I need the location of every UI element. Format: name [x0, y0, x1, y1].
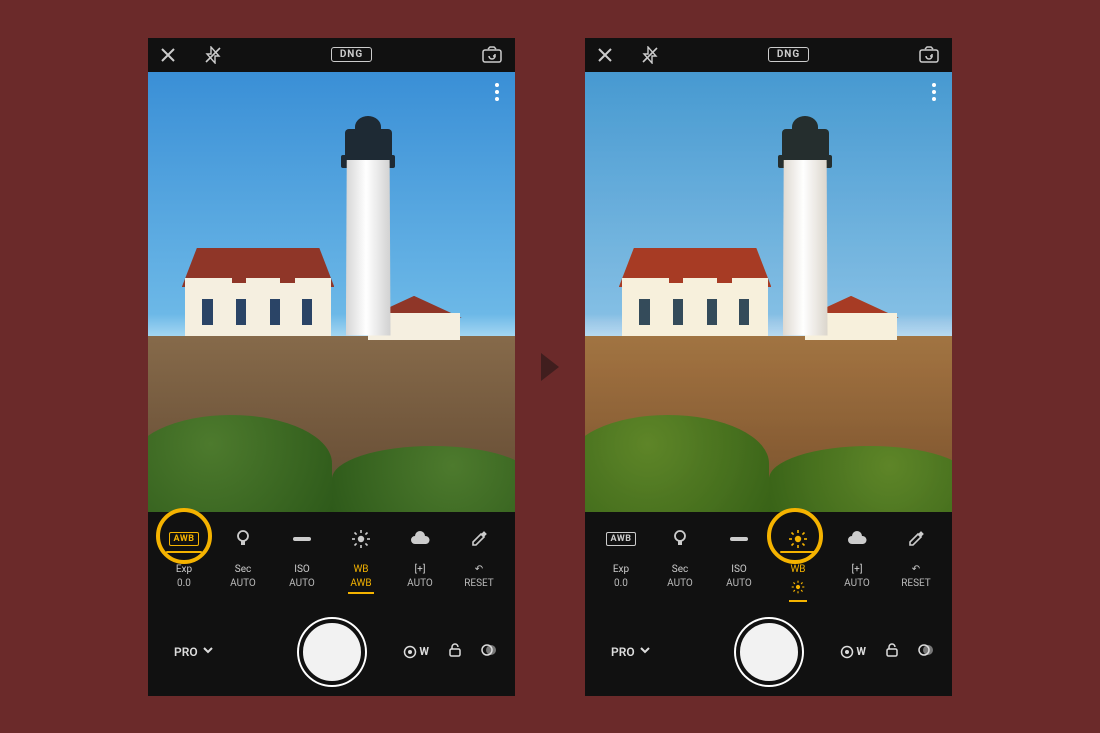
- switch-camera-icon[interactable]: [918, 46, 940, 64]
- title-bar: DNG: [585, 38, 952, 72]
- raw-icon: [403, 645, 417, 659]
- viewfinder[interactable]: [148, 72, 515, 512]
- param-sec[interactable]: SecAUTO: [656, 564, 704, 590]
- raw-toggle[interactable]: W: [403, 645, 429, 659]
- overlay-icon[interactable]: [918, 642, 934, 662]
- scene-house: [185, 248, 332, 336]
- param-focus[interactable]: [+]AUTO: [396, 564, 444, 590]
- switch-camera-icon[interactable]: [481, 46, 503, 64]
- overlay-icon[interactable]: [481, 642, 497, 662]
- awb-label: AWB: [169, 532, 200, 546]
- format-badge[interactable]: DNG: [768, 47, 809, 62]
- controls-panel: AWB Exp0.0 SecAUTO ISOAUTO: [585, 512, 952, 696]
- wb-preset-cloudy[interactable]: [398, 519, 442, 559]
- param-exp[interactable]: Exp0.0: [597, 564, 645, 590]
- wb-preset-fluorescent[interactable]: [280, 519, 324, 559]
- wb-preset-row: AWB: [591, 514, 946, 564]
- overflow-menu-icon[interactable]: [924, 80, 944, 104]
- fluorescent-icon: [728, 534, 750, 544]
- sun-icon: [791, 586, 805, 597]
- params-row: Exp0.0 SecAUTO ISOAUTO WBAWB [+]AUTO ↶RE…: [154, 564, 509, 614]
- phone-left: DNG AWB: [148, 38, 515, 696]
- raw-badge-label: W: [419, 645, 429, 658]
- wb-preset-custom[interactable]: [457, 519, 501, 559]
- mode-label: PRO: [611, 645, 635, 659]
- close-icon[interactable]: [160, 47, 176, 63]
- shutter-button[interactable]: [736, 619, 802, 685]
- lock-open-icon[interactable]: [884, 642, 900, 662]
- preview-image: [148, 72, 515, 512]
- params-row: Exp0.0 SecAUTO ISOAUTO WB [+]AUTO ↶RESET: [591, 564, 946, 614]
- wb-preset-cloudy[interactable]: [835, 519, 879, 559]
- bottom-row: PRO W: [154, 614, 509, 690]
- flash-off-icon[interactable]: [204, 46, 222, 64]
- sun-icon: [351, 529, 371, 549]
- wb-preset-custom[interactable]: [894, 519, 938, 559]
- raw-toggle[interactable]: W: [840, 645, 866, 659]
- mode-label: PRO: [174, 645, 198, 659]
- param-wb[interactable]: WBAWB: [337, 564, 385, 594]
- mode-selector[interactable]: PRO: [174, 644, 214, 659]
- param-reset[interactable]: ↶RESET: [892, 564, 940, 590]
- controls-panel: AWB Exp0.0 SecAUTO ISOAUTO WBAWB: [148, 512, 515, 696]
- param-focus[interactable]: [+]AUTO: [833, 564, 881, 590]
- bulb-icon: [235, 529, 251, 549]
- mode-selector[interactable]: PRO: [611, 644, 651, 659]
- wb-preset-daylight[interactable]: [776, 519, 820, 559]
- wb-preset-incandescent[interactable]: [221, 519, 265, 559]
- cloud-icon: [846, 531, 868, 547]
- param-sec[interactable]: SecAUTO: [219, 564, 267, 590]
- param-iso[interactable]: ISOAUTO: [278, 564, 326, 590]
- param-reset[interactable]: ↶RESET: [455, 564, 503, 590]
- wb-preset-incandescent[interactable]: [658, 519, 702, 559]
- transition-arrow-icon: [541, 353, 559, 381]
- cloud-icon: [409, 531, 431, 547]
- bulb-icon: [672, 529, 688, 549]
- close-icon[interactable]: [597, 47, 613, 63]
- eyedropper-icon: [907, 530, 925, 548]
- lock-open-icon[interactable]: [447, 642, 463, 662]
- awb-label: AWB: [606, 532, 637, 546]
- param-exp[interactable]: Exp0.0: [160, 564, 208, 590]
- scene-lighthouse: [339, 116, 398, 336]
- wb-preset-fluorescent[interactable]: [717, 519, 761, 559]
- raw-badge-label: W: [856, 645, 866, 658]
- chevron-down-icon: [202, 644, 214, 659]
- wb-preset-row: AWB: [154, 514, 509, 564]
- chevron-down-icon: [639, 644, 651, 659]
- fluorescent-icon: [291, 534, 313, 544]
- viewfinder[interactable]: [585, 72, 952, 512]
- phone-right: DNG AWB: [585, 38, 952, 696]
- wb-preset-daylight[interactable]: [339, 519, 383, 559]
- param-wb[interactable]: WB: [774, 564, 822, 602]
- param-iso[interactable]: ISOAUTO: [715, 564, 763, 590]
- title-bar: DNG: [148, 38, 515, 72]
- flash-off-icon[interactable]: [641, 46, 659, 64]
- shutter-button[interactable]: [299, 619, 365, 685]
- preview-image: [585, 72, 952, 512]
- eyedropper-icon: [470, 530, 488, 548]
- wb-preset-awb[interactable]: AWB: [599, 519, 643, 559]
- sun-icon: [788, 529, 808, 549]
- overflow-menu-icon[interactable]: [487, 80, 507, 104]
- format-badge[interactable]: DNG: [331, 47, 372, 62]
- wb-preset-awb[interactable]: AWB: [162, 519, 206, 559]
- bottom-row: PRO W: [591, 614, 946, 690]
- raw-icon: [840, 645, 854, 659]
